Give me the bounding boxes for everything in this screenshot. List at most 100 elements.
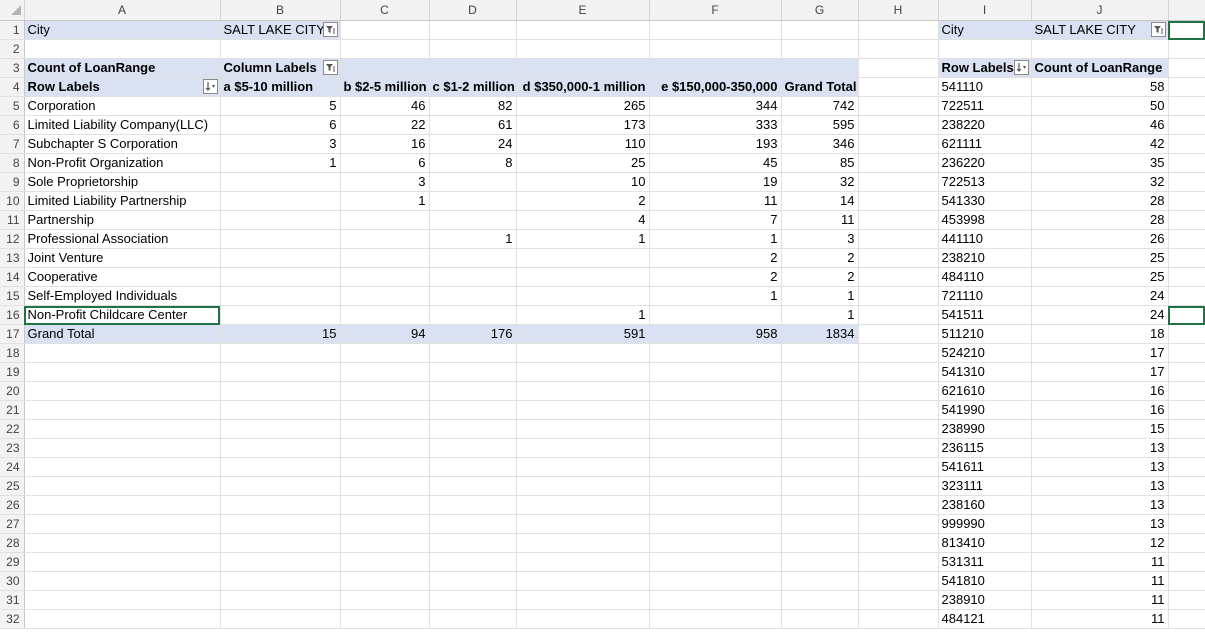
pivot-row-label[interactable]: Professional Association: [24, 229, 221, 249]
pivot-value-cell[interactable]: [429, 210, 517, 230]
column-header-d[interactable]: D: [429, 0, 517, 21]
pivot-value-cell[interactable]: 7: [649, 210, 782, 230]
column-header-h[interactable]: H: [858, 0, 939, 21]
pivot-value-cell[interactable]: 1: [340, 191, 430, 211]
pivot-value-cell[interactable]: 1: [649, 229, 782, 249]
cell[interactable]: [1168, 191, 1205, 211]
pivot-value-cell[interactable]: 595: [781, 115, 859, 135]
pivot2-value-cell[interactable]: 28: [1031, 191, 1169, 211]
cell[interactable]: [429, 58, 517, 78]
row-header[interactable]: 22: [0, 419, 25, 439]
pivot-value-cell[interactable]: 2: [649, 248, 782, 268]
pivot-value-cell[interactable]: 2: [649, 267, 782, 287]
pivot-value-cell[interactable]: 4: [516, 210, 650, 230]
filter2-label-cell[interactable]: City: [938, 20, 1032, 40]
pivot-value-cell[interactable]: [220, 229, 341, 249]
pivot-value-cell[interactable]: [340, 267, 430, 287]
spreadsheet-grid[interactable]: A B C D E F G H I J 1 City SALT LAKE CITY C…: [0, 0, 1205, 634]
cell[interactable]: [858, 324, 939, 344]
cell[interactable]: [340, 476, 430, 496]
cell[interactable]: [220, 476, 341, 496]
cell[interactable]: [429, 514, 517, 534]
row-header[interactable]: 30: [0, 571, 25, 591]
cell[interactable]: [858, 286, 939, 306]
pivot-value-cell[interactable]: [516, 267, 650, 287]
row-header[interactable]: 28: [0, 533, 25, 553]
pivot-value-cell[interactable]: [340, 229, 430, 249]
cell[interactable]: [1168, 362, 1205, 382]
pivot-value-cell[interactable]: [429, 191, 517, 211]
filter-dropdown-icon[interactable]: [1150, 22, 1166, 37]
cell[interactable]: [858, 58, 939, 78]
select-all-corner[interactable]: [0, 0, 25, 21]
cell[interactable]: [24, 419, 221, 439]
cell[interactable]: [516, 590, 650, 610]
cell[interactable]: [781, 476, 859, 496]
row-header[interactable]: 20: [0, 381, 25, 401]
pivot2-value-cell[interactable]: 42: [1031, 134, 1169, 154]
pivot-value-label[interactable]: Count of LoanRange: [24, 58, 221, 78]
pivot-column-header[interactable]: c $1-2 million: [429, 77, 517, 97]
cell[interactable]: [781, 552, 859, 572]
cell[interactable]: [858, 267, 939, 287]
pivot2-value-cell[interactable]: 13: [1031, 457, 1169, 477]
pivot2-row-label[interactable]: 238910: [938, 590, 1032, 610]
pivot-value-cell[interactable]: 46: [340, 96, 430, 116]
cell[interactable]: [781, 381, 859, 401]
pivot2-row-label[interactable]: 722511: [938, 96, 1032, 116]
cell[interactable]: [1031, 39, 1169, 59]
pivot-value-cell[interactable]: 3: [340, 172, 430, 192]
pivot-value-cell[interactable]: 1: [516, 305, 650, 325]
cell[interactable]: [516, 514, 650, 534]
cell[interactable]: [1168, 153, 1205, 173]
row-header[interactable]: 11: [0, 210, 25, 230]
pivot-value-cell[interactable]: 1: [649, 286, 782, 306]
cell[interactable]: [1168, 77, 1205, 97]
pivot2-value-cell[interactable]: 17: [1031, 362, 1169, 382]
filter-dropdown-icon[interactable]: [322, 60, 338, 75]
cell[interactable]: [858, 134, 939, 154]
pivot2-value-cell[interactable]: 11: [1031, 571, 1169, 591]
cell[interactable]: [1168, 343, 1205, 363]
pivot-value-cell[interactable]: 14: [781, 191, 859, 211]
cell[interactable]: [340, 58, 430, 78]
cell[interactable]: [429, 381, 517, 401]
row-header[interactable]: 4: [0, 77, 25, 97]
pivot-value-cell[interactable]: 16: [340, 134, 430, 154]
pivot2-row-label[interactable]: 238220: [938, 115, 1032, 135]
cell[interactable]: [340, 20, 430, 40]
pivot-value-cell[interactable]: 24: [429, 134, 517, 154]
row-header[interactable]: 31: [0, 590, 25, 610]
pivot-row-label[interactable]: Cooperative: [24, 267, 221, 287]
filter2-value-cell[interactable]: SALT LAKE CITY: [1031, 20, 1169, 40]
cell[interactable]: [220, 571, 341, 591]
cell[interactable]: [858, 20, 939, 40]
pivot2-row-label[interactable]: 541110: [938, 77, 1032, 97]
filter-value-cell[interactable]: SALT LAKE CITY: [220, 20, 341, 40]
row-header[interactable]: 17: [0, 324, 25, 344]
row-header[interactable]: 10: [0, 191, 25, 211]
row-header[interactable]: 2: [0, 39, 25, 59]
pivot-value-cell[interactable]: 19: [649, 172, 782, 192]
cell[interactable]: [858, 305, 939, 325]
cell[interactable]: [1168, 96, 1205, 116]
cell[interactable]: [649, 39, 782, 59]
cell[interactable]: [858, 552, 939, 572]
cell[interactable]: [340, 571, 430, 591]
pivot-value-cell[interactable]: 6: [340, 153, 430, 173]
pivot2-value-cell[interactable]: 17: [1031, 343, 1169, 363]
pivot-value-cell[interactable]: 344: [649, 96, 782, 116]
pivot-value-cell[interactable]: 333: [649, 115, 782, 135]
cell[interactable]: [649, 495, 782, 515]
row-header[interactable]: 7: [0, 134, 25, 154]
cell[interactable]: [429, 571, 517, 591]
cell[interactable]: [858, 533, 939, 553]
pivot2-value-cell[interactable]: 32: [1031, 172, 1169, 192]
pivot-value-cell[interactable]: 2: [781, 248, 859, 268]
pivot-value-cell[interactable]: [429, 305, 517, 325]
column-header-a[interactable]: A: [24, 0, 221, 21]
pivot-value-cell[interactable]: 6: [220, 115, 341, 135]
pivot-column-header[interactable]: b $2-5 million: [340, 77, 430, 97]
cell[interactable]: [24, 571, 221, 591]
pivot-value-cell[interactable]: [516, 286, 650, 306]
